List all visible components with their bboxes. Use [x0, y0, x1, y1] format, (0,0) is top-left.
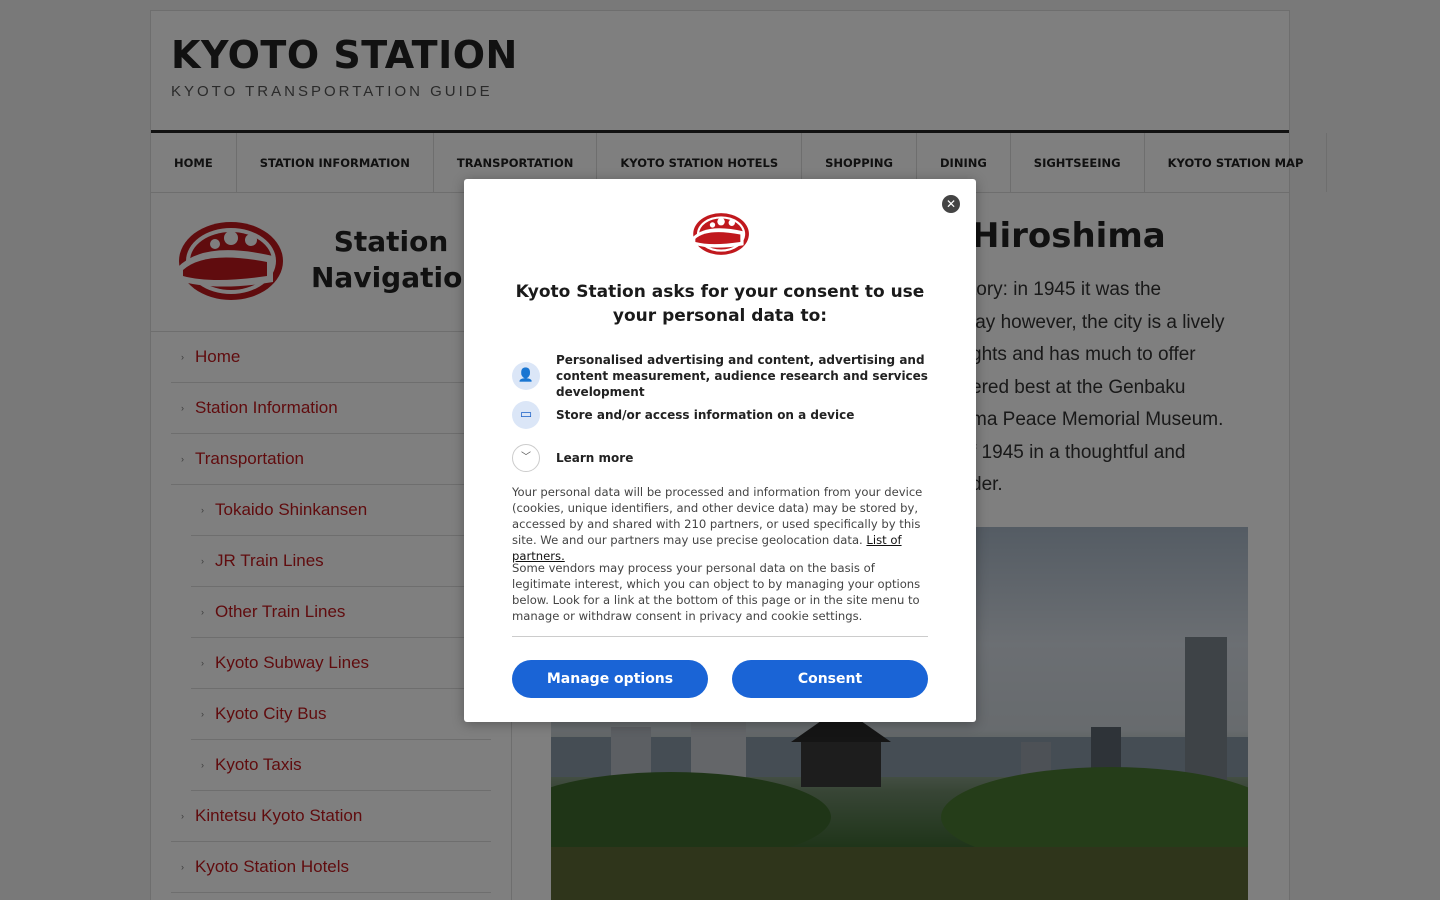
- close-icon[interactable]: ✕: [942, 195, 960, 213]
- chevron-down-icon: ﹀: [512, 444, 540, 472]
- manage-options-button[interactable]: Manage options: [512, 660, 708, 698]
- consent-title: Kyoto Station asks for your consent to u…: [515, 282, 925, 326]
- purpose-store-access: ▭ Store and/or access information on a d…: [512, 401, 928, 429]
- consent-button[interactable]: Consent: [732, 660, 928, 698]
- consent-dialog: ✕ Kyoto Station asks for your consent to…: [464, 179, 976, 722]
- device-icon: ▭: [512, 401, 540, 429]
- consent-info-paragraph: Your personal data will be processed and…: [512, 484, 928, 564]
- purpose-personalised-ads: 👤 Personalised advertising and content, …: [512, 352, 928, 400]
- learn-more-label: Learn more: [556, 451, 634, 465]
- learn-more-toggle[interactable]: ﹀ Learn more: [512, 444, 928, 472]
- person-icon: 👤: [512, 362, 540, 390]
- purpose-text: Store and/or access information on a dev…: [556, 408, 855, 422]
- legitimate-interest-paragraph: Some vendors may process your personal d…: [512, 561, 921, 623]
- train-logo-icon: [692, 213, 749, 255]
- purpose-text: Personalised advertising and content, ad…: [556, 353, 928, 399]
- divider: [512, 636, 928, 637]
- consent-info-text: Your personal data will be processed and…: [512, 485, 923, 547]
